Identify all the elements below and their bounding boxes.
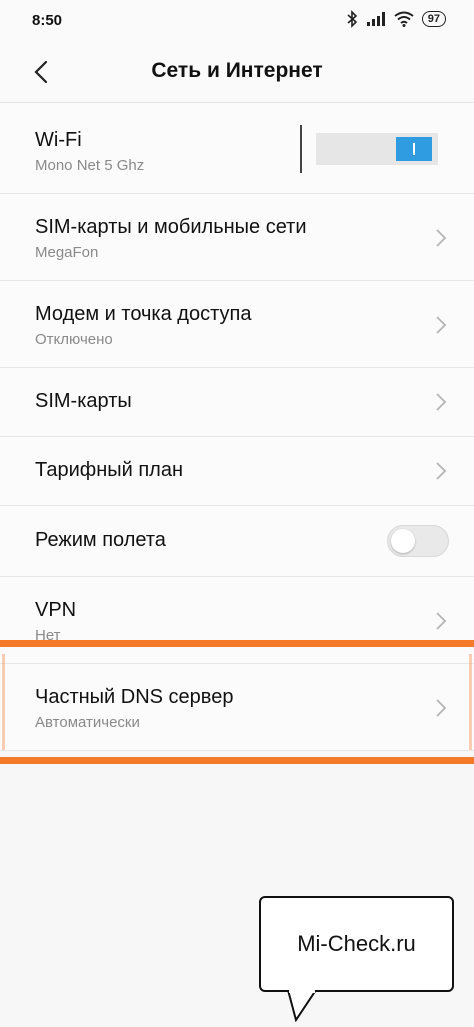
chevron-right-icon xyxy=(436,393,447,411)
item-subtitle: MegaFon xyxy=(35,244,99,261)
list-item-tariff[interactable]: Тарифный план xyxy=(0,436,474,505)
toggle-knob xyxy=(396,137,432,161)
speech-tail-icon xyxy=(287,990,317,1022)
toggle-knob xyxy=(391,529,415,553)
chevron-right-icon xyxy=(436,612,447,630)
chevron-right-icon xyxy=(436,316,447,334)
item-title: Модем и точка доступа xyxy=(35,303,252,325)
bluetooth-icon xyxy=(347,10,357,28)
watermark-text: Mi-Check.ru xyxy=(297,931,416,956)
item-subtitle: Mono Net 5 Ghz xyxy=(35,157,145,174)
list-item-hotspot[interactable]: Модем и точка доступа Отключено xyxy=(0,280,474,367)
item-title: Тарифный план xyxy=(35,459,184,481)
status-bar: 8:50 97 xyxy=(0,0,474,44)
highlight-frame xyxy=(0,640,474,764)
item-title: SIM-карты xyxy=(35,390,132,412)
highlight-frame-inner xyxy=(2,654,472,750)
status-icons: 97 xyxy=(346,10,446,28)
watermark-bubble: Mi-Check.ru xyxy=(259,896,454,992)
item-title: VPN xyxy=(35,599,77,621)
divider xyxy=(300,125,302,173)
chevron-right-icon xyxy=(436,462,447,480)
item-subtitle: Отключено xyxy=(35,331,113,348)
item-title: SIM-карты и мобильные сети xyxy=(35,216,307,238)
chevron-right-icon xyxy=(436,229,447,247)
battery-icon: 97 xyxy=(421,11,446,27)
item-title: Wi-Fi xyxy=(35,129,82,151)
airplane-mode-toggle[interactable] xyxy=(387,525,449,557)
list-item-sim-cards[interactable]: SIM-карты xyxy=(0,367,474,436)
status-time: 8:50 xyxy=(32,12,63,29)
item-title: Режим полета xyxy=(35,529,166,551)
list-item-airplane-mode[interactable]: Режим полета xyxy=(0,505,474,576)
list-item-sim-networks[interactable]: SIM-карты и мобильные сети MegaFon xyxy=(0,193,474,280)
wifi-toggle[interactable] xyxy=(316,133,438,165)
signal-icon xyxy=(366,12,385,26)
page-title: Сеть и Интернет xyxy=(151,59,323,82)
wifi-icon xyxy=(394,11,414,27)
header: Сеть и Интернет xyxy=(0,44,474,102)
list-item-wifi[interactable]: Wi-Fi Mono Net 5 Ghz xyxy=(0,102,474,193)
